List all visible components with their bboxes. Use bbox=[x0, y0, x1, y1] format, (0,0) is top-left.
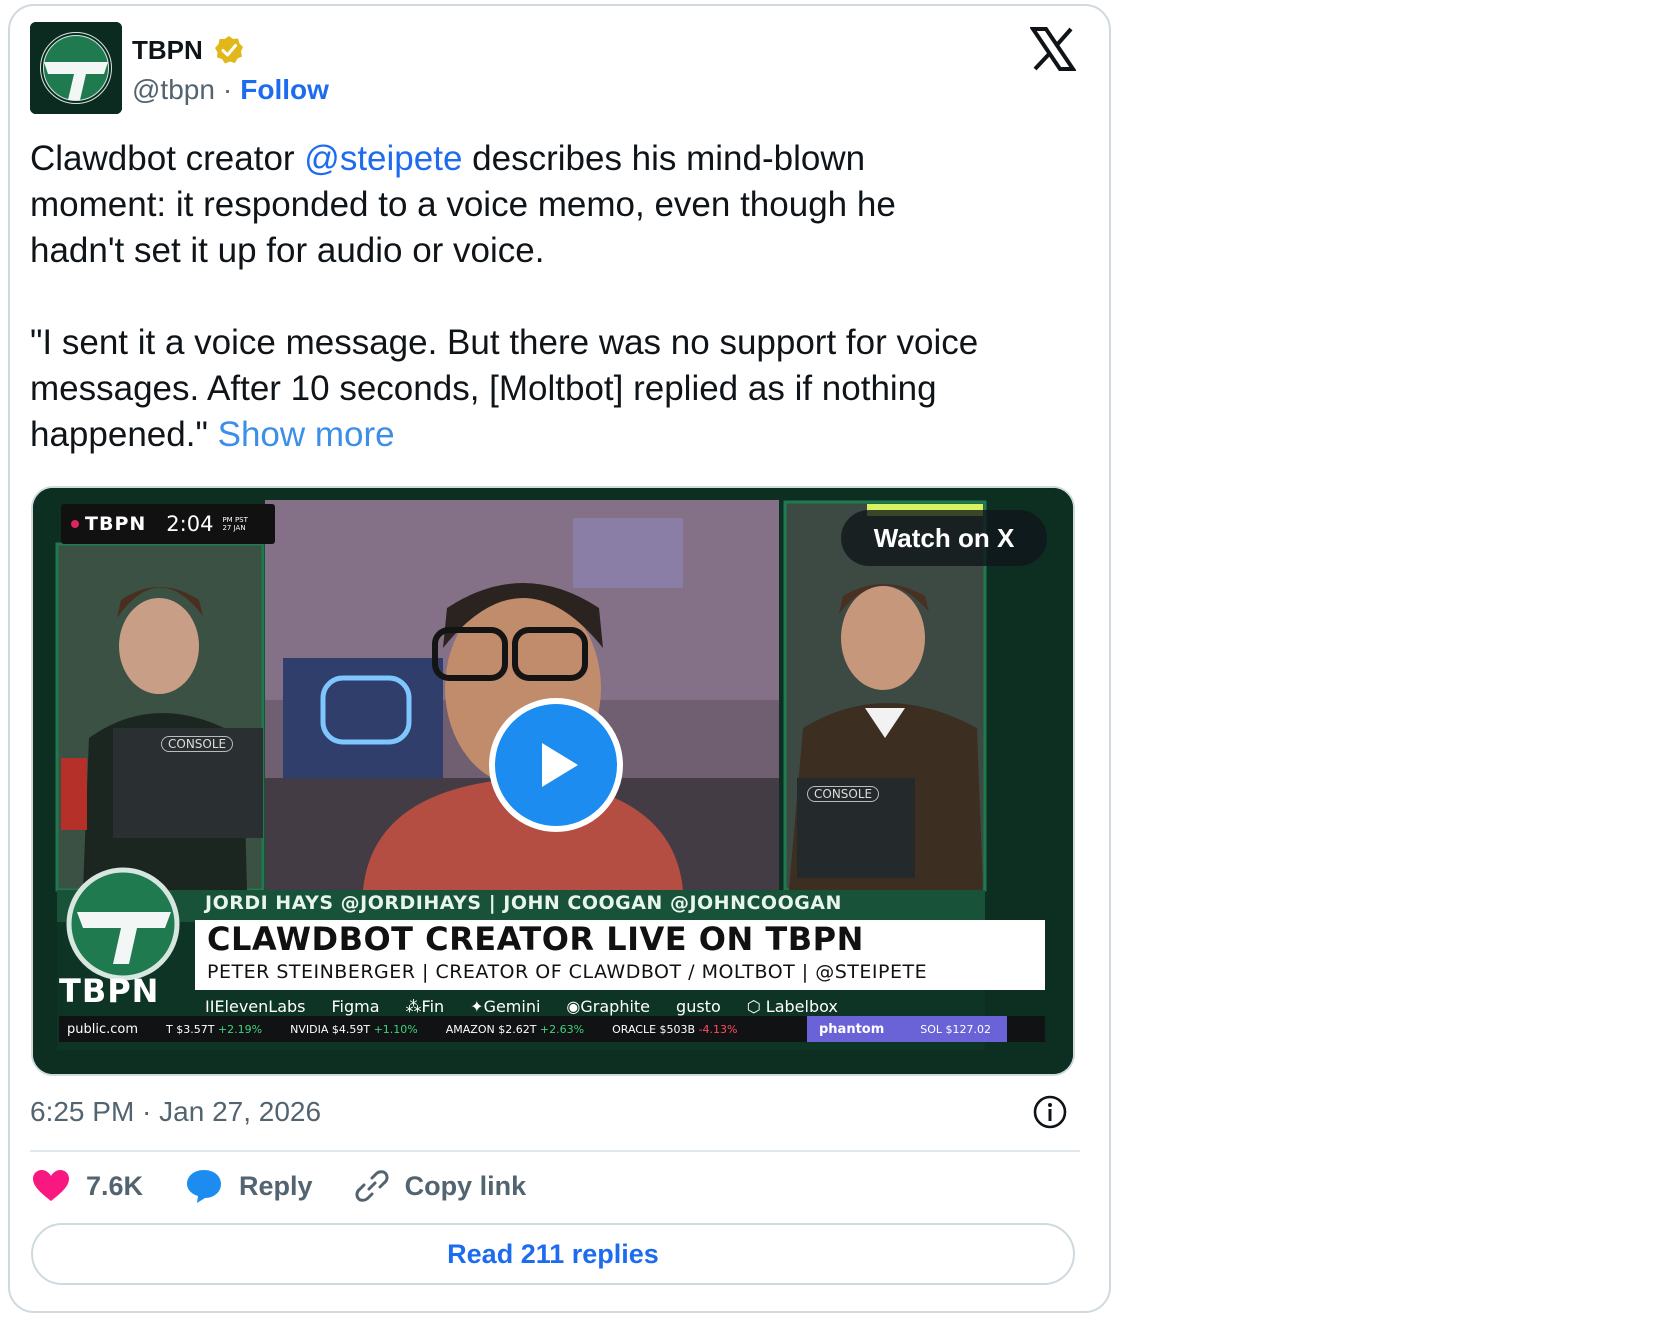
live-tag: TBPN 2:04 PM PST 27 JAN bbox=[61, 504, 275, 544]
ticker-item: ORACLE $503B -4.13% bbox=[612, 1023, 737, 1036]
ticker-item: NVIDIA $4.59T +1.10% bbox=[290, 1023, 418, 1036]
live-date: 27 JAN bbox=[222, 524, 246, 532]
read-replies-button[interactable]: Read 211 replies bbox=[31, 1223, 1075, 1285]
live-time-zone: PM PST bbox=[222, 516, 248, 524]
sponsor-strip: IIElevenLabs Figma ⁂Fin ✦Gemini ◉Graphit… bbox=[205, 994, 1065, 1018]
separator: · bbox=[222, 74, 233, 105]
video-player[interactable]: TBPN 2:04 PM PST 27 JAN CONSOLE CONSOLE W… bbox=[31, 486, 1075, 1076]
divider bbox=[30, 1150, 1080, 1152]
ticker-source: public.com bbox=[67, 1021, 139, 1037]
play-icon bbox=[542, 743, 578, 787]
mention-link[interactable]: @steipete bbox=[304, 139, 462, 178]
ticker-change: -4.13% bbox=[698, 1022, 738, 1036]
show-more-link[interactable]: Show more bbox=[218, 415, 395, 454]
speech-bubble-icon bbox=[187, 1170, 222, 1203]
phantom-label: phantom bbox=[819, 1021, 885, 1037]
sponsor: gusto bbox=[676, 996, 721, 1016]
play-button[interactable] bbox=[489, 698, 623, 832]
ticker-label: NVIDIA $4.59T bbox=[290, 1022, 371, 1036]
info-icon[interactable] bbox=[1032, 1094, 1068, 1130]
ticker-change: +2.19% bbox=[217, 1022, 263, 1036]
x-logo-icon[interactable] bbox=[1030, 26, 1076, 72]
live-time: 2:04 bbox=[166, 512, 214, 536]
sponsor: Figma bbox=[331, 996, 380, 1016]
lower-third-brand: TBPN bbox=[59, 972, 160, 1010]
author-name[interactable]: TBPN bbox=[132, 35, 203, 66]
ticker-label: ORACLE $503B bbox=[612, 1022, 696, 1036]
reply-label: Reply bbox=[239, 1170, 313, 1201]
author-handle-row: @tbpn · Follow bbox=[132, 74, 329, 106]
watch-on-x-button[interactable]: Watch on X bbox=[841, 510, 1047, 566]
ticker-label: AMAZON $2.62T bbox=[445, 1022, 537, 1036]
laptop-label-right: CONSOLE bbox=[807, 786, 880, 802]
lower-third-headline: CLAWDBOT CREATOR LIVE ON TBPN bbox=[207, 920, 864, 958]
ticker-change: +2.63% bbox=[539, 1022, 585, 1036]
lower-third-names: JORDI HAYS @JORDIHAYS | JOHN COOGAN @JOH… bbox=[205, 892, 842, 914]
link-icon bbox=[355, 1170, 389, 1202]
lower-third-subline: PETER STEINBERGER | CREATOR OF CLAWDBOT … bbox=[207, 961, 928, 983]
follow-button[interactable]: Follow bbox=[240, 74, 329, 106]
live-time-sub: PM PST 27 JAN bbox=[222, 516, 247, 532]
like-count: 7.6K bbox=[86, 1170, 144, 1201]
sol-price: SOL $127.02 bbox=[920, 1022, 992, 1036]
lower-third: JORDI HAYS @JORDIHAYS | JOHN COOGAN @JOH… bbox=[55, 884, 1059, 1042]
avatar[interactable] bbox=[30, 22, 122, 114]
copy-link-button[interactable]: Copy link bbox=[355, 1169, 527, 1203]
live-brand: TBPN bbox=[85, 513, 147, 535]
author-handle[interactable]: @tbpn bbox=[132, 74, 215, 106]
author-name-row[interactable]: TBPN bbox=[132, 34, 245, 66]
verified-badge-icon bbox=[214, 36, 243, 64]
tweet-text-intro: Clawdbot creator bbox=[30, 139, 305, 178]
laptop-label-left: CONSOLE bbox=[161, 736, 234, 752]
ticker-item: AMAZON $2.62T +2.63% bbox=[446, 1023, 584, 1036]
like-button[interactable]: 7.6K bbox=[32, 1169, 143, 1203]
phantom-ad: phantom SOL $127.02 bbox=[807, 1016, 1007, 1042]
sponsor: IIElevenLabs bbox=[205, 996, 306, 1016]
reply-button[interactable]: Reply bbox=[185, 1168, 313, 1204]
live-dot-icon bbox=[71, 520, 79, 528]
sponsor: ✦Gemini bbox=[470, 996, 541, 1016]
ticker-label: T $3.57T bbox=[166, 1022, 215, 1036]
tweet-timestamp[interactable]: 6:25 PM · Jan 27, 2026 bbox=[30, 1096, 321, 1128]
action-bar: 7.6K Reply Copy link bbox=[32, 1168, 568, 1204]
sponsor: ◉Graphite bbox=[566, 996, 651, 1016]
tbpn-logo-icon bbox=[30, 22, 122, 114]
copy-link-label: Copy link bbox=[404, 1170, 527, 1201]
sponsor: ⁂Fin bbox=[405, 996, 445, 1016]
tweet-text-body: describes his mind-blown moment: it resp… bbox=[30, 139, 979, 454]
ticker-item: T $3.57T +2.19% bbox=[166, 1023, 262, 1036]
heart-icon bbox=[33, 1170, 69, 1201]
sponsor: ⬡ Labelbox bbox=[746, 996, 838, 1016]
ticker-change: +1.10% bbox=[373, 1022, 418, 1036]
tweet-text: Clawdbot creator @steipete describes his… bbox=[30, 136, 1080, 458]
